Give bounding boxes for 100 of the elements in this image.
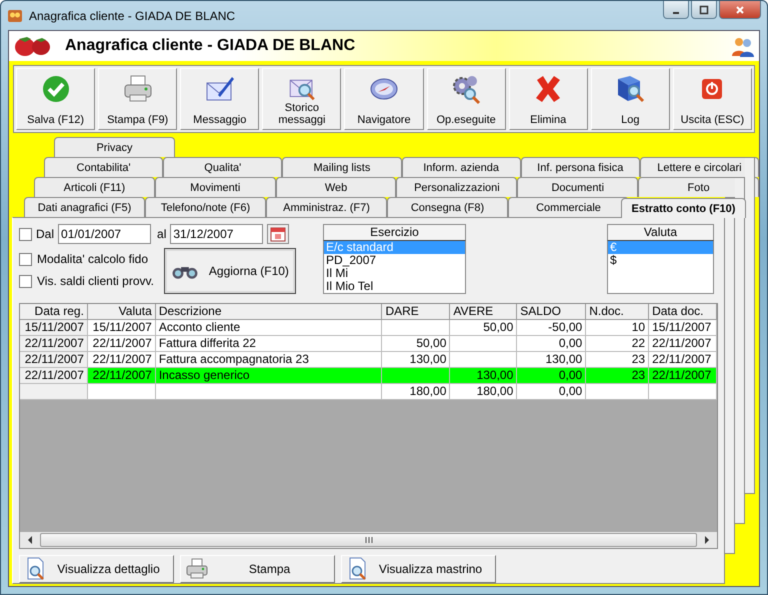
table-cell: 22/11/2007 xyxy=(649,352,717,368)
close-button[interactable] xyxy=(719,1,761,19)
table-row[interactable]: 15/11/2007 15/11/2007 Acconto cliente 50,00 -50,00 10 15/11/2007 xyxy=(20,320,717,336)
calendar-button[interactable] xyxy=(267,224,290,244)
date-field[interactable]: 31/12/2007 xyxy=(170,224,264,244)
scroll-left-icon[interactable] xyxy=(26,536,34,544)
table-cell: 23 xyxy=(586,352,650,368)
tab[interactable]: Estratto conto (F10) xyxy=(621,198,746,218)
column-header[interactable]: Valuta xyxy=(88,304,156,320)
total-cell: 180,00 xyxy=(450,384,518,400)
tab[interactable]: Mailing lists xyxy=(282,157,402,177)
field-label: al xyxy=(157,227,166,241)
tab[interactable]: Consegna (F8) xyxy=(387,197,508,217)
list-item[interactable]: $ xyxy=(608,254,713,267)
list-item[interactable]: PD_2007 xyxy=(324,254,465,267)
table-cell: 22/11/2007 xyxy=(88,336,156,352)
tab[interactable]: Dati anagrafici (F5) xyxy=(24,197,145,217)
checkbox[interactable] xyxy=(19,274,32,288)
checkbox-label: Modalita' calcolo fido xyxy=(37,252,148,266)
maximize-button[interactable] xyxy=(691,1,717,19)
table-cell: 130,00 xyxy=(450,368,518,384)
strawberry-icon xyxy=(13,35,53,57)
table-cell: 22/11/2007 xyxy=(20,336,88,352)
table-cell: 0,00 xyxy=(517,336,586,352)
column-header[interactable]: AVERE xyxy=(450,304,518,320)
tab[interactable]: Documenti xyxy=(517,177,638,197)
table-cell: 50,00 xyxy=(450,320,518,336)
highlighted-row[interactable]: 22/11/2007 22/11/2007 Incasso generico 130,00 0,00 23 22/11/2007 xyxy=(20,368,717,384)
scroll-right-icon[interactable] xyxy=(703,536,711,544)
table-cell: 22 xyxy=(586,336,650,352)
toolbar-button[interactable]: Op.eseguite xyxy=(426,68,506,130)
tab[interactable]: Privacy xyxy=(54,137,175,157)
column-header[interactable]: SALDO xyxy=(517,304,586,320)
action-button[interactable]: Visualizza dettaglio xyxy=(19,555,174,583)
list-item[interactable]: Il Mio Tel xyxy=(324,280,465,293)
refresh-button[interactable]: Aggiorna (F10) xyxy=(164,248,296,294)
tab[interactable]: Amministraz. (F7) xyxy=(266,197,387,217)
table-row[interactable]: 22/11/2007 22/11/2007 Fattura differita 22 50,00 0,00 22 22/11/2007 xyxy=(20,336,717,352)
table-cell xyxy=(450,352,518,368)
table-cell: 50,00 xyxy=(382,336,450,352)
toolbar-button[interactable]: Storico messaggi xyxy=(262,68,342,130)
minimize-button[interactable] xyxy=(663,1,689,19)
action-button[interactable]: Stampa xyxy=(180,555,335,583)
column-header[interactable]: Descrizione xyxy=(156,304,382,320)
total-cell xyxy=(586,384,650,400)
table-cell: 22/11/2007 xyxy=(88,352,156,368)
toolbar-button[interactable]: Messaggio xyxy=(180,68,260,130)
table-cell: 23 xyxy=(586,368,650,384)
list-item[interactable]: Il Mi xyxy=(324,267,465,280)
tab[interactable]: Web xyxy=(276,177,396,197)
tab[interactable]: Qualita' xyxy=(163,157,282,177)
maximize-icon xyxy=(699,4,709,14)
table-cell: 0,00 xyxy=(517,368,586,384)
tab[interactable]: Articoli (F11) xyxy=(34,177,155,197)
date-field[interactable]: 01/01/2007 xyxy=(58,224,152,244)
toolbar-button[interactable]: Elimina xyxy=(508,68,588,130)
total-cell xyxy=(649,384,717,400)
toolbar-button[interactable]: Log xyxy=(590,68,670,130)
table-cell: 130,00 xyxy=(517,352,586,368)
tab[interactable]: Personalizzazioni xyxy=(396,177,518,197)
tab[interactable]: Contabilita' xyxy=(44,157,164,177)
table-cell: 22/11/2007 xyxy=(649,368,717,384)
printer-icon xyxy=(185,557,209,581)
table-cell: 22/11/2007 xyxy=(20,368,88,384)
table-cell: Acconto cliente xyxy=(156,320,382,336)
tab[interactable]: Commerciale xyxy=(508,197,629,217)
toolbar-button[interactable]: Uscita (ESC) xyxy=(672,68,752,130)
column-header[interactable]: Data doc. xyxy=(649,304,717,320)
checkbox[interactable] xyxy=(19,252,32,266)
total-cell: 0,00 xyxy=(517,384,586,400)
tab[interactable]: Lettere e circolari xyxy=(640,157,760,177)
action-button[interactable]: Visualizza mastrino xyxy=(341,555,496,583)
toolbar-button[interactable]: Navigatore xyxy=(344,68,424,130)
gears-icon xyxy=(450,73,482,105)
tab[interactable]: Inf. persona fisica xyxy=(520,157,640,177)
table-cell: 15/11/2007 xyxy=(88,320,156,336)
total-cell xyxy=(20,384,88,400)
checkbox[interactable] xyxy=(19,228,32,240)
table-cell xyxy=(450,336,518,352)
column-header[interactable]: N.doc. xyxy=(586,304,650,320)
table-cell: 15/11/2007 xyxy=(649,320,717,336)
table-cell: Incasso generico xyxy=(156,368,382,384)
table-row[interactable]: 22/11/2007 22/11/2007 Fattura accompagnatoria 23 130,00 130,00 23 22/11/2007 xyxy=(20,352,717,368)
tab[interactable]: Movimenti xyxy=(154,177,276,197)
column-header[interactable]: Data reg. xyxy=(20,304,88,320)
tab[interactable]: Telefono/note (F6) xyxy=(145,197,266,217)
close-icon xyxy=(735,4,745,14)
total-cell: 180,00 xyxy=(382,384,450,400)
list-header: Esercizio xyxy=(323,224,466,241)
tab[interactable]: Inform. azienda xyxy=(402,157,521,177)
scrollbar-thumb[interactable] xyxy=(40,533,697,547)
horizontal-scrollbar[interactable] xyxy=(20,532,717,548)
column-header[interactable]: DARE xyxy=(382,304,450,320)
minimize-icon xyxy=(673,12,679,14)
table-cell: -50,00 xyxy=(517,320,586,336)
table-cell: Fattura accompagnatoria 23 xyxy=(156,352,382,368)
toolbar-button[interactable]: Salva (F12) xyxy=(16,68,96,130)
toolbar-button[interactable]: Stampa (F9) xyxy=(98,68,178,130)
window-title: Anagrafica cliente - GIADA DE BLANC xyxy=(29,8,236,22)
app-icon xyxy=(7,8,23,24)
